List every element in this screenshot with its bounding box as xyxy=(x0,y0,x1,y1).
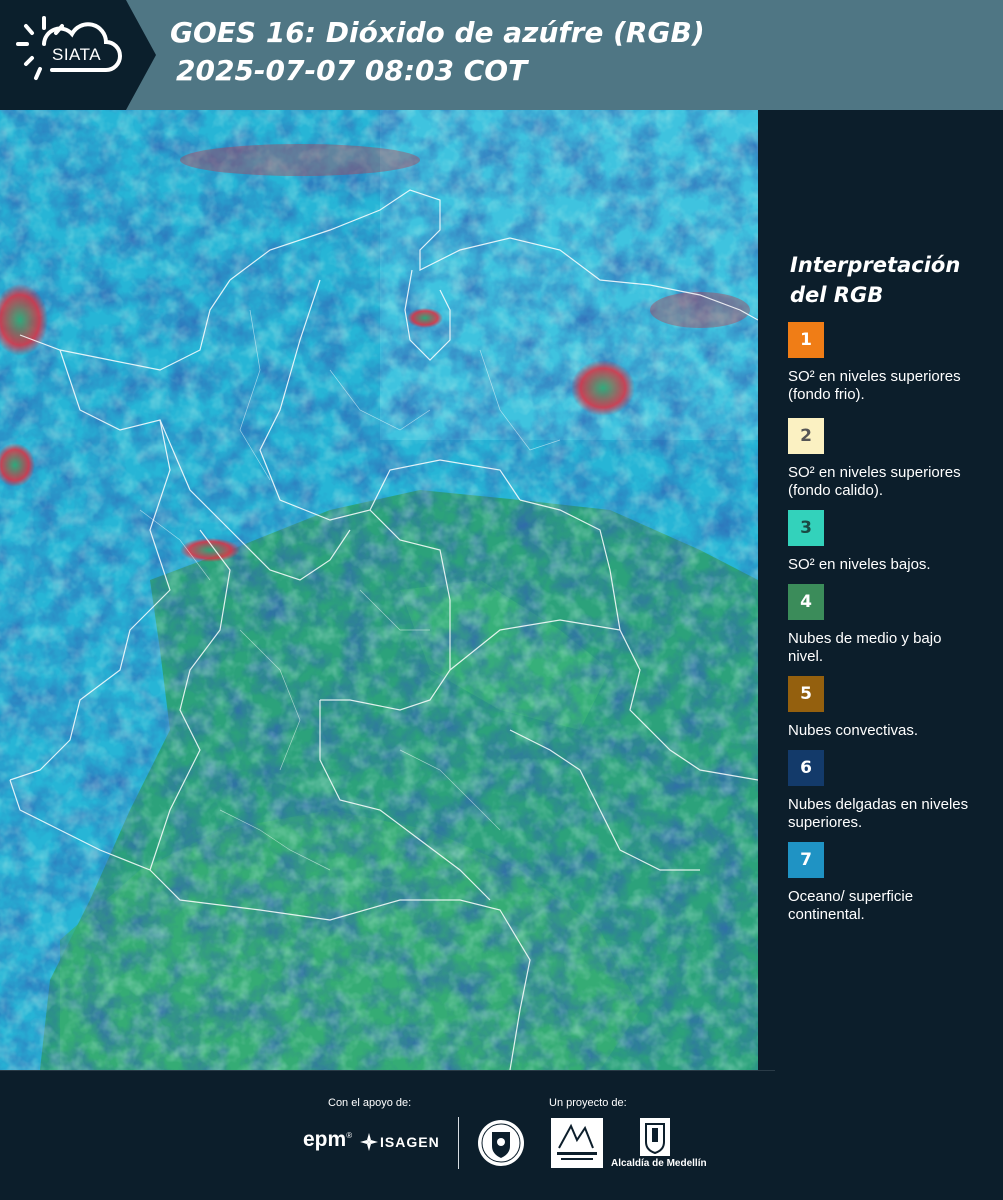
legend-title: Interpretación del RGB xyxy=(790,250,1000,310)
legend-swatch: 2 xyxy=(788,418,824,454)
registered-mark: ® xyxy=(346,1131,353,1140)
legend-label: Nubes convectivas. xyxy=(788,722,919,739)
logo-text: SIATA xyxy=(52,45,102,64)
legend-swatch: 3 xyxy=(788,510,824,546)
legend-label: Nubes de medio y bajo nivel. xyxy=(788,630,942,665)
legend-panel: Interpretación del RGB 1 SO² en niveles … xyxy=(758,110,1003,1070)
medellin-seal-icon[interactable] xyxy=(476,1118,526,1168)
legend-title-line2: del RGB xyxy=(790,283,884,307)
legend-item-6: 6 Nubes delgadas en niveles superiores. xyxy=(788,750,988,832)
legend-title-line1: Interpretación xyxy=(790,253,961,277)
legend-item-1: 1 SO² en niveles superiores (fondo frio)… xyxy=(788,322,988,404)
footer-divider xyxy=(458,1117,459,1169)
legend-swatch: 5 xyxy=(788,676,824,712)
legend-label: SO² en niveles superiores (fondo calido)… xyxy=(788,464,961,499)
satellite-map[interactable] xyxy=(0,110,758,1070)
epm-logo[interactable]: epm® xyxy=(303,1128,352,1152)
legend-item-7: 7 Oceano/ superficie continental. xyxy=(788,842,988,924)
legend-swatch: 4 xyxy=(788,584,824,620)
legend-label: Nubes delgadas en niveles superiores. xyxy=(788,796,969,831)
legend-item-4: 4 Nubes de medio y bajo nivel. xyxy=(788,584,988,666)
header: SIATA GOES 16: Dióxido de azúfre (RGB) 2… xyxy=(0,0,1003,110)
page-title: GOES 16: Dióxido de azúfre (RGB) xyxy=(170,16,705,49)
siata-logo[interactable]: SIATA xyxy=(0,0,126,110)
epm-logo-text: epm xyxy=(303,1128,347,1151)
legend-label: SO² en niveles bajos. xyxy=(788,556,931,573)
project-label: Un proyecto de: xyxy=(549,1097,627,1109)
legend-label: SO² en niveles superiores (fondo frio). xyxy=(788,368,961,403)
satellite-image xyxy=(0,110,758,1070)
footer: Con el apoyo de: Un proyecto de: epm® IS… xyxy=(0,1070,1003,1200)
isagen-icon xyxy=(360,1133,378,1151)
legend-label: Oceano/ superficie continental. xyxy=(788,888,914,923)
footer-divider-line xyxy=(0,1070,775,1071)
legend-swatch: 6 xyxy=(788,750,824,786)
support-label: Con el apoyo de: xyxy=(328,1097,412,1109)
legend-swatch: 7 xyxy=(788,842,824,878)
legend-item-5: 5 Nubes convectivas. xyxy=(788,676,988,740)
page-timestamp: 2025-07-07 08:03 COT xyxy=(176,54,528,87)
area-metropolitana-logo[interactable] xyxy=(551,1118,603,1168)
isagen-logo[interactable]: ISAGEN xyxy=(380,1134,440,1150)
legend-swatch: 1 xyxy=(788,322,824,358)
legend-item-3: 3 SO² en niveles bajos. xyxy=(788,510,988,574)
alcaldia-logo-text[interactable]: Alcaldía de Medellín xyxy=(611,1158,707,1169)
alcaldia-shield-icon xyxy=(640,1118,670,1156)
logo-arrow xyxy=(126,0,156,110)
legend-item-2: 2 SO² en niveles superiores (fondo calid… xyxy=(788,418,988,500)
